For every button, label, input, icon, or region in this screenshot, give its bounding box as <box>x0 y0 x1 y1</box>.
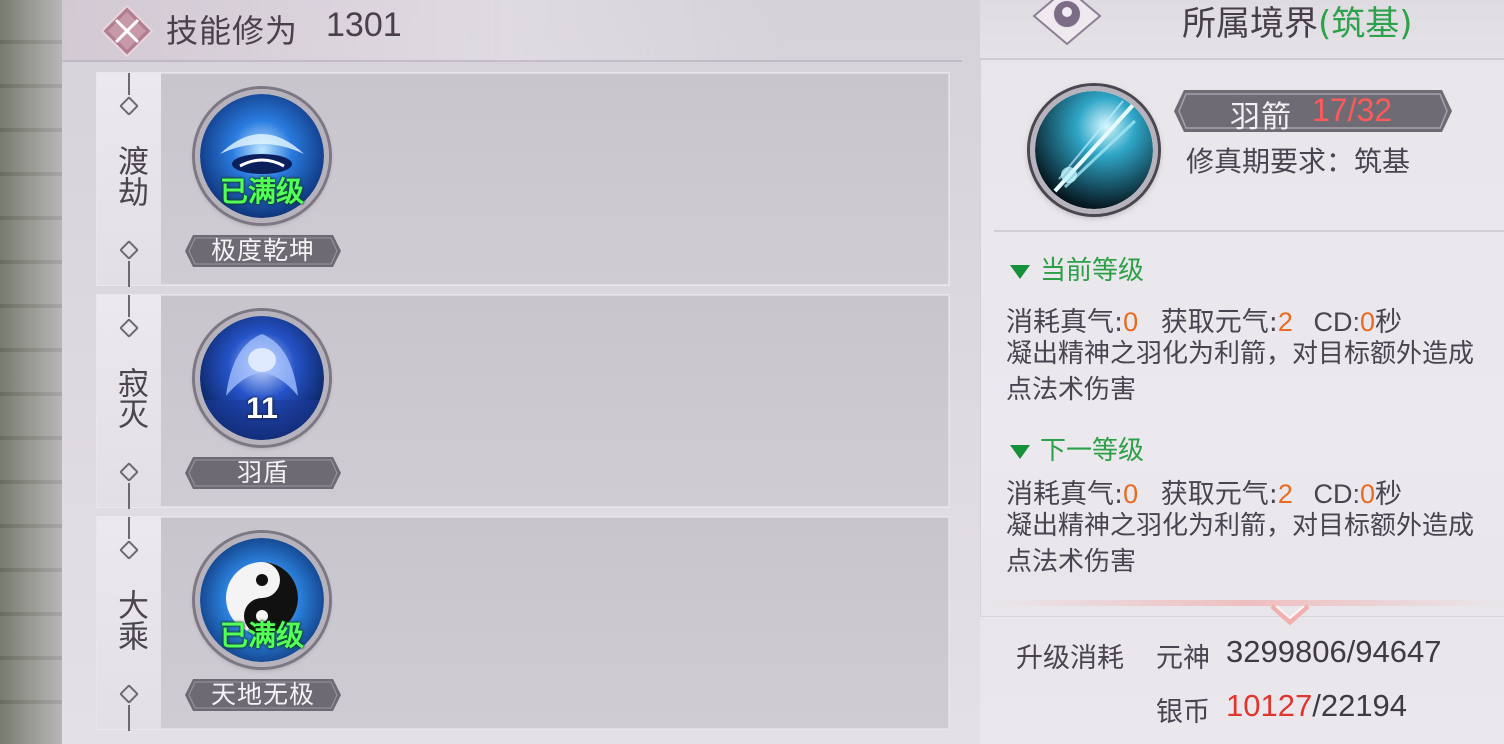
skill-level-number: 11 <box>246 392 278 425</box>
tier-column: 渡劫 <box>97 73 161 287</box>
realm-label: 所属境界(筑基) <box>1182 4 1413 44</box>
soul-cost-label: 元神 <box>1156 643 1210 674</box>
tier-label: 大乘 <box>112 589 148 651</box>
tier-label: 渡劫 <box>112 145 148 207</box>
realm-value: (筑基) <box>1318 4 1413 44</box>
skill-max-level-badge: 已满级 <box>219 619 304 652</box>
next-level-heading[interactable]: 下一等级 <box>1010 430 1144 467</box>
current-level-heading[interactable]: 当前等级 <box>1010 250 1144 287</box>
selected-skill-count: 17/32 <box>1312 92 1393 128</box>
realm-requirement: 修真期要求：筑基 <box>1186 145 1411 178</box>
section-divider <box>994 230 1504 232</box>
tier-label: 寂灭 <box>112 367 148 429</box>
realm-emblem-icon <box>1032 0 1102 46</box>
selected-skill-icon <box>1030 86 1158 214</box>
feather-arrow-icon <box>1035 91 1153 209</box>
tier-column: 寂灭 <box>97 295 161 509</box>
skill-name: 天地无极 <box>210 680 315 709</box>
skill-row-dacheng[interactable]: 大乘 已满级 天地无极 <box>96 516 950 731</box>
current-level-stats: 消耗真气:0 获取元气:2 CD:0秒 <box>1006 307 1402 338</box>
current-level-description-cont: 点法术伤害 <box>1006 375 1137 405</box>
triangle-down-icon <box>1010 264 1030 279</box>
next-level-description: 凝出精神之羽化为利箭，对目标额外造成 <box>1006 511 1475 541</box>
chevron-down-icon[interactable] <box>1266 600 1314 630</box>
stone-background <box>0 0 62 744</box>
skill-name-plate: 极度乾坤 <box>185 235 341 267</box>
tier-column: 大乘 <box>97 517 161 731</box>
triangle-down-icon <box>1010 444 1030 459</box>
next-level-stats: 消耗真气:0 获取元气:2 CD:0秒 <box>1006 479 1402 510</box>
skill-name-plate: 天地无极 <box>185 679 341 711</box>
scroll-hint-line <box>994 600 1504 606</box>
skill-row-jimie[interactable]: 寂灭 11 羽盾 <box>96 294 950 509</box>
silver-cost-label: 银币 <box>1156 697 1210 728</box>
skill-points-label: 技能修为 <box>166 12 299 50</box>
skill-name: 羽盾 <box>236 458 289 487</box>
skill-points-value: 1301 <box>326 6 402 44</box>
skill-max-level-badge: 已满级 <box>219 175 304 208</box>
soul-cost-value: 3299806/94647 <box>1226 634 1442 669</box>
silver-cost-value: 10127/22194 <box>1226 688 1408 723</box>
crossed-swords-icon <box>100 4 154 58</box>
skill-name: 极度乾坤 <box>210 236 315 265</box>
selected-skill-name: 羽箭 <box>1230 100 1292 135</box>
next-level-description-cont: 点法术伤害 <box>1006 547 1137 577</box>
current-level-description: 凝出精神之羽化为利箭，对目标额外造成 <box>1006 339 1475 369</box>
skill-name-plate: 羽盾 <box>185 457 341 489</box>
skill-row-dujie[interactable]: 渡劫 已满级 极度乾坤 <box>96 72 950 287</box>
upgrade-cost-label: 升级消耗 <box>1016 643 1124 674</box>
